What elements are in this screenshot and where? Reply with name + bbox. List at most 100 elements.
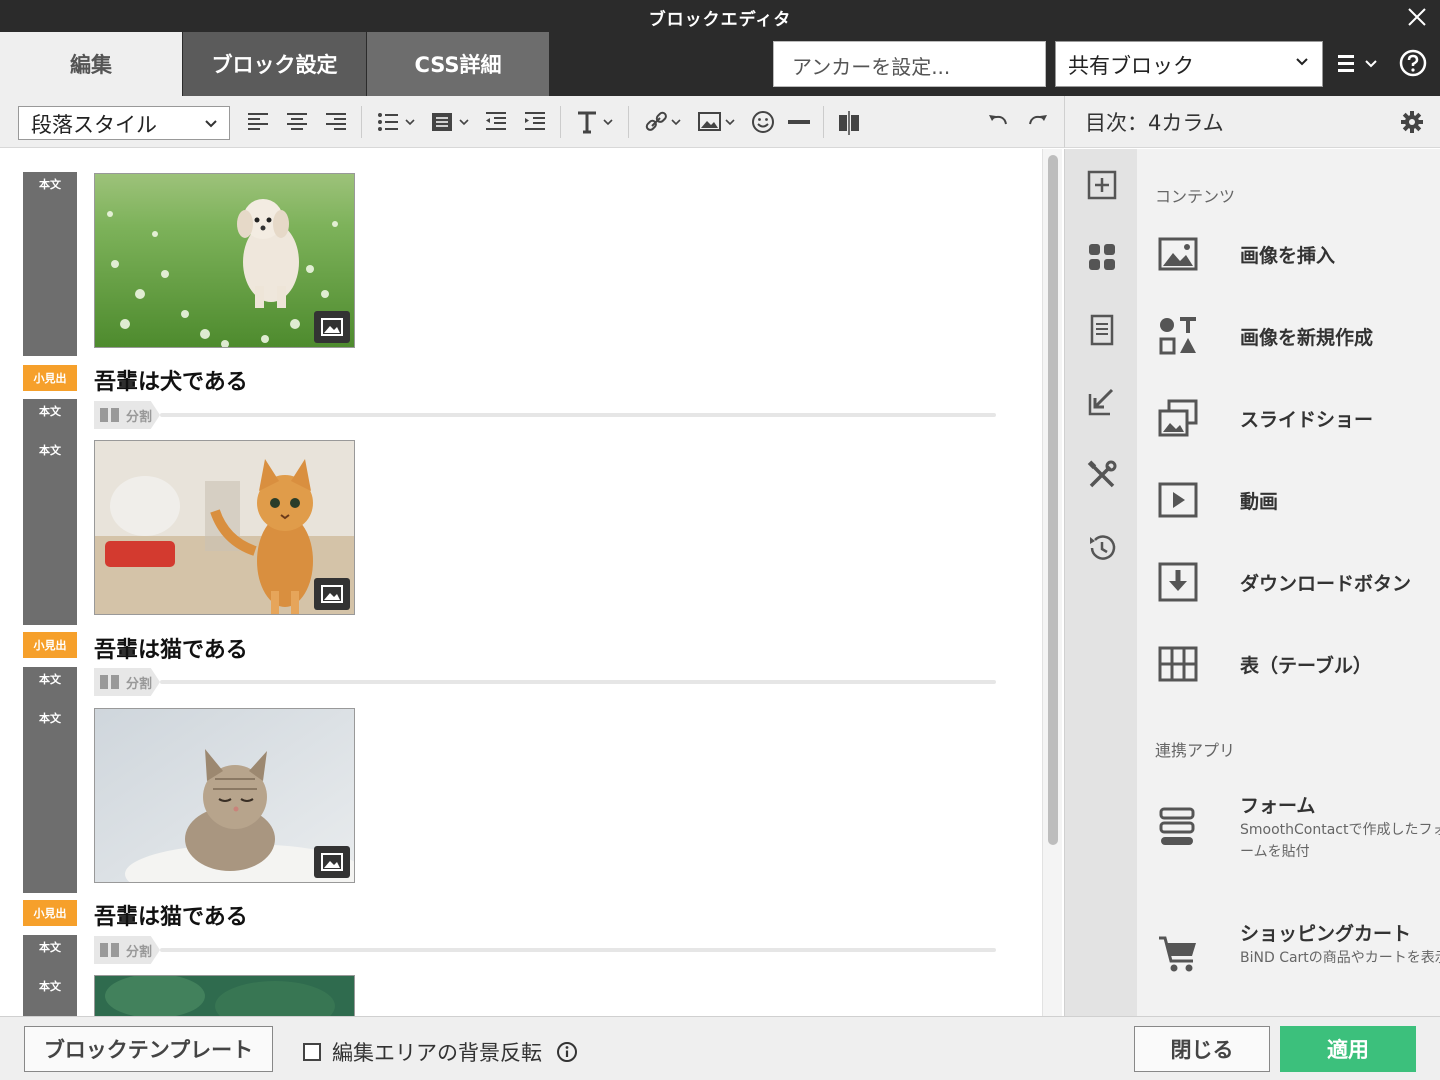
image-settings-button[interactable]: [314, 578, 350, 610]
block-heading[interactable]: 吾輩は猫である: [94, 899, 248, 931]
split-line: [160, 680, 996, 684]
shared-block-select[interactable]: 共有ブロック: [1055, 41, 1323, 87]
title-bar: ブロックエディタ: [0, 0, 1440, 32]
item-description: SmoothContactで作成したフォームを貼付: [1240, 822, 1440, 860]
edit-area[interactable]: 本文 小見出 吾輩は犬である 本文 本文 分割 小見出 吾輩は猫である 本文 本…: [0, 149, 1064, 1016]
anchor-input[interactable]: アンカーを設定...: [773, 41, 1046, 87]
scrollbar-thumb[interactable]: [1048, 155, 1058, 845]
block-format-icon[interactable]: [430, 108, 472, 136]
horizontal-rule-icon[interactable]: [787, 108, 811, 136]
gear-icon[interactable]: [1400, 110, 1424, 134]
kitten-standing-photo[interactable]: [94, 440, 355, 615]
split-chip: 分割: [94, 668, 160, 696]
toolbar-divider: [560, 106, 561, 138]
block-heading[interactable]: 吾輩は猫である: [94, 632, 248, 664]
menu-icon[interactable]: [1336, 48, 1386, 80]
indent-icon[interactable]: [523, 108, 547, 136]
palette-item-table[interactable]: 表（テーブル）: [1155, 643, 1440, 703]
palette-item-video[interactable]: 動画: [1155, 479, 1440, 539]
tools-icon[interactable]: [1086, 459, 1118, 491]
image-icon: [321, 318, 343, 336]
redo-icon[interactable]: [1026, 108, 1050, 136]
split-divider[interactable]: 分割: [94, 936, 996, 964]
bg-invert-checkbox[interactable]: [303, 1043, 321, 1061]
editor-scrollbar[interactable]: [1042, 149, 1062, 1016]
item-label: 表（テーブル）: [1240, 655, 1372, 677]
tab-edit[interactable]: 編集: [0, 32, 182, 96]
split-divider[interactable]: 分割: [94, 401, 996, 429]
window-title: ブロックエディタ: [648, 10, 792, 30]
column-split-icon: [100, 408, 119, 422]
body-label: 本文: [23, 667, 77, 893]
bg-invert-toggle[interactable]: 編集エリアの背景反転: [303, 1037, 578, 1067]
subheading-label: 小見出: [23, 632, 77, 658]
content-palette: コンテンツ 画像を挿入 画像を新規作成 スライドショー 動画 ダウンロードボタン…: [1137, 149, 1440, 1016]
subheading-label: 小見出: [23, 365, 77, 391]
split-divider[interactable]: 分割: [94, 668, 996, 696]
close-button[interactable]: 閉じる: [1134, 1026, 1270, 1072]
bullet-list-icon[interactable]: [376, 108, 418, 136]
palette-item-slideshow[interactable]: スライドショー: [1155, 397, 1440, 457]
help-icon[interactable]: [1398, 48, 1428, 78]
paragraph-style-value: 段落スタイル: [31, 113, 157, 137]
kitten-sleeping-photo[interactable]: [94, 708, 355, 883]
palette-item-form[interactable]: フォーム SmoothContactで作成したフォームを貼付: [1155, 791, 1440, 881]
column-split-icon[interactable]: [836, 108, 862, 136]
toolbar-divider: [823, 106, 824, 138]
page-icon[interactable]: [1086, 314, 1118, 346]
palette-item-insert-image[interactable]: 画像を挿入: [1155, 233, 1440, 293]
image-settings-button[interactable]: [314, 311, 350, 343]
shared-block-value: 共有ブロック: [1068, 54, 1194, 78]
table-icon: [1158, 646, 1198, 682]
image-icon[interactable]: [698, 108, 740, 136]
split-label: 分割: [126, 677, 153, 692]
image-settings-button[interactable]: [314, 846, 350, 878]
cart-icon: [1159, 936, 1196, 972]
image-icon: [321, 585, 343, 603]
partial-photo[interactable]: [94, 975, 355, 1016]
align-left-icon[interactable]: [246, 108, 270, 136]
palette-item-download-button[interactable]: ダウンロードボタン: [1155, 561, 1440, 621]
block-template-button[interactable]: ブロックテンプレート: [24, 1026, 273, 1072]
close-icon[interactable]: [1406, 6, 1428, 28]
item-description: BiND Cartの商品やカートを表示: [1240, 950, 1440, 966]
import-icon[interactable]: [1086, 386, 1118, 418]
apply-button[interactable]: 適用: [1280, 1026, 1416, 1072]
align-right-icon[interactable]: [324, 108, 348, 136]
footer-bar: ブロックテンプレート 編集エリアの背景反転 閉じる 適用: [0, 1016, 1440, 1080]
history-icon[interactable]: [1086, 532, 1118, 564]
panel-title: 目次：4カラム: [1085, 111, 1224, 135]
image-icon: [321, 853, 343, 871]
format-toolbar: 段落スタイル: [0, 96, 1064, 148]
form-icon: [1159, 807, 1195, 845]
palette-item-shopping-cart[interactable]: ショッピングカート BiND Cartの商品やカートを表示: [1155, 919, 1440, 1009]
item-label: 画像を挿入: [1240, 245, 1336, 267]
split-chip: 分割: [94, 401, 160, 429]
undo-icon[interactable]: [986, 108, 1010, 136]
toolbar-divider: [628, 106, 629, 138]
body-label: 本文: [23, 172, 77, 356]
column-split-icon: [100, 675, 119, 689]
text-style-icon[interactable]: [576, 108, 618, 136]
emoji-icon[interactable]: [751, 108, 775, 136]
widgets-icon[interactable]: [1086, 241, 1118, 273]
align-center-icon[interactable]: [285, 108, 309, 136]
split-chip: 分割: [94, 936, 160, 964]
info-icon[interactable]: [556, 1041, 578, 1063]
video-icon: [1158, 482, 1198, 518]
tab-block-settings[interactable]: ブロック設定: [183, 32, 366, 96]
item-label: 動画: [1240, 491, 1279, 513]
item-label: ショッピングカート: [1240, 923, 1412, 945]
right-panel-header: 目次：4カラム: [1064, 96, 1440, 148]
split-line: [160, 413, 996, 417]
tab-css-details[interactable]: CSS詳細: [367, 32, 549, 96]
block-heading[interactable]: 吾輩は犬である: [94, 364, 248, 396]
tab-bar: 編集 ブロック設定 CSS詳細 アンカーを設定... 共有ブロック: [0, 32, 1440, 96]
link-icon[interactable]: [644, 108, 686, 136]
palette-item-create-image[interactable]: 画像を新規作成: [1155, 315, 1440, 375]
dog-photo[interactable]: [94, 173, 355, 348]
body-label: 本文: [39, 980, 61, 993]
outdent-icon[interactable]: [484, 108, 508, 136]
paragraph-style-select[interactable]: 段落スタイル: [18, 106, 230, 140]
add-block-icon[interactable]: [1086, 169, 1118, 201]
